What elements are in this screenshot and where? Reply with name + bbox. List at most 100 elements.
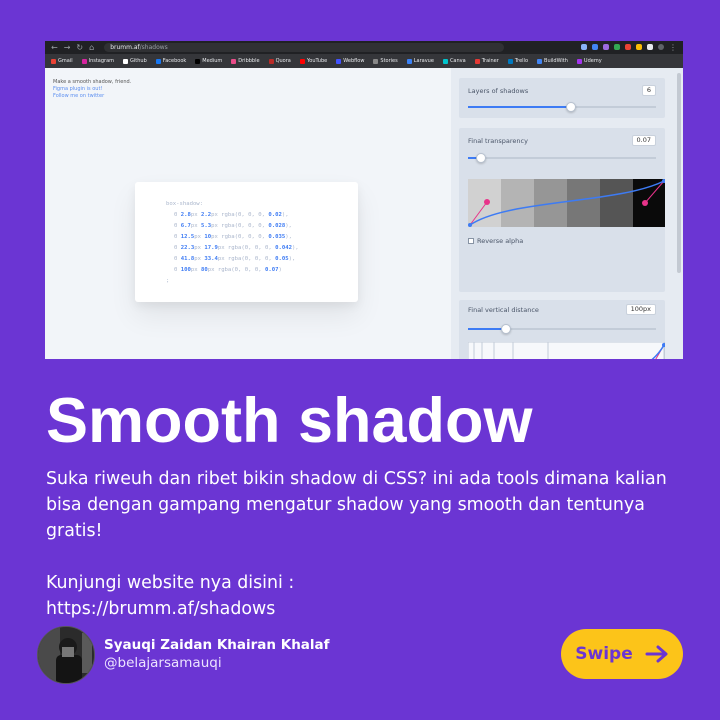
bookmark-item[interactable]: Trainer (474, 58, 499, 64)
code-blur-value: 33.4 (204, 256, 218, 262)
code-line: 0 6.7px 5.3px rgba(0, 0, 0, 0.028), (174, 223, 292, 229)
arrow-right-icon (645, 645, 668, 663)
bookmark-label: Dribbble (238, 58, 260, 64)
bookmarks-bar: Gmail Instagram Github Facebook Medium Dribbb… (45, 54, 683, 68)
bookmark-item[interactable]: Udemy (576, 58, 602, 64)
bookmark-icon (507, 58, 513, 64)
extension-icon[interactable] (614, 43, 620, 50)
layers-slider-fill (468, 106, 572, 108)
visit-url[interactable]: https://brumm.af/shadows (46, 596, 294, 622)
swipe-button[interactable]: Swipe (561, 629, 683, 679)
bookmark-label: Instagram (88, 58, 115, 64)
puzzle-icon[interactable] (647, 43, 653, 50)
distance-value[interactable]: 100px (625, 304, 656, 315)
settings-panel: Layers of shadows 6 Final transparency 0… (451, 68, 683, 359)
code-offset-value: 41.8 (180, 256, 195, 262)
bookmark-icon (442, 58, 448, 64)
layers-label: Layers of shadows (468, 87, 529, 95)
bookmark-item[interactable]: Dribbble (231, 58, 260, 64)
code-card: box-shadow: 0 2.8px 2.2px rgba(0, 0, 0, … (135, 182, 358, 302)
code-line: 0 2.8px 2.2px rgba(0, 0, 0, 0.02), (174, 212, 289, 218)
bookmark-label: Medium (202, 58, 223, 64)
reverse-alpha-row[interactable]: Reverse alpha (468, 237, 523, 245)
code-offset-value: 12.5 (180, 234, 195, 240)
transparency-value[interactable]: 0.07 (631, 135, 656, 146)
extension-icon[interactable] (592, 43, 598, 50)
menu-icon[interactable]: ⋮ (669, 43, 677, 52)
extension-icon[interactable] (636, 43, 642, 50)
bookmark-item[interactable]: Quora (268, 58, 291, 64)
twitter-link[interactable]: Follow me on twitter (53, 93, 131, 100)
bookmark-item[interactable]: Instagram (81, 58, 115, 64)
bookmark-label: Webflow (343, 58, 365, 64)
bookmark-icon (406, 58, 412, 64)
swipe-label: Swipe (575, 644, 633, 664)
bookmark-item[interactable]: Canva (442, 58, 466, 64)
code-line: 0 22.3px 17.9px rgba(0, 0, 0, 0.042), (174, 245, 299, 251)
reload-icon[interactable]: ↻ (76, 43, 83, 52)
code-blur-value: 5.3 (200, 223, 212, 229)
alpha-curve-editor[interactable] (468, 179, 665, 227)
bookmark-item[interactable]: Stories (373, 58, 398, 64)
distance-slider-handle[interactable] (500, 324, 511, 334)
extension-icon[interactable] (603, 43, 609, 50)
layers-value[interactable]: 6 (641, 85, 656, 96)
extensions-area: ⋮ (581, 43, 677, 52)
transparency-label: Final transparency (468, 137, 528, 145)
code-alpha-value: 0.07 (264, 267, 279, 273)
code-line: 0 12.5px 10px rgba(0, 0, 0, 0.035), (174, 234, 292, 240)
reverse-alpha-checkbox[interactable] (468, 238, 474, 244)
reverse-alpha-label: Reverse alpha (477, 237, 524, 245)
layers-slider-handle[interactable] (566, 102, 577, 112)
distance-curve-editor[interactable] (468, 342, 665, 359)
browser-screenshot: ← → ↻ ⌂ brumm.af/shadows ⋮ Gmail Instagra… (45, 41, 683, 359)
home-icon[interactable]: ⌂ (89, 43, 94, 52)
bookmark-label: Canva (449, 58, 466, 64)
bookmark-item[interactable]: Trello (507, 58, 528, 64)
transparency-slider-handle[interactable] (476, 153, 487, 163)
bookmark-icon (373, 58, 379, 64)
bookmark-item[interactable]: Laravue (406, 58, 434, 64)
curve-handle[interactable] (642, 200, 648, 206)
curve-handle[interactable] (484, 199, 490, 205)
bookmark-item[interactable]: YouTube (299, 58, 327, 64)
bookmark-icon (51, 58, 56, 64)
bookmark-icon (576, 58, 582, 64)
bookmark-label: BuildWith (544, 58, 568, 64)
visit-line-1: Kunjungi website nya disini : (46, 573, 295, 593)
bookmark-item[interactable]: Medium (195, 58, 222, 64)
back-icon[interactable]: ← (51, 43, 58, 52)
layers-slider[interactable] (468, 102, 656, 112)
bookmark-item[interactable]: Webflow (336, 58, 364, 64)
code-alpha-value: 0.035 (268, 234, 286, 240)
url-host: brumm.af (110, 44, 140, 51)
distance-card: Final vertical distance 100px (459, 300, 665, 359)
code-alpha-value: 0.05 (275, 256, 289, 262)
bookmark-label: Quora (275, 58, 291, 64)
bookmark-item[interactable]: Gmail (51, 58, 73, 64)
bookmark-icon (155, 58, 161, 64)
bookmark-item[interactable]: Github (123, 58, 147, 64)
code-lines: 0 2.8px 2.2px rgba(0, 0, 0, 0.02), 0 6.7p… (166, 210, 358, 276)
distance-label: Final vertical distance (468, 306, 539, 314)
bookmark-item[interactable]: BuildWith (537, 58, 568, 64)
bookmark-icon (336, 58, 342, 64)
bookmark-item[interactable]: Facebook (155, 58, 186, 64)
extension-icon[interactable] (625, 43, 631, 50)
transparency-slider[interactable] (468, 153, 656, 163)
profile-icon[interactable] (658, 43, 664, 50)
bookmark-icon (123, 58, 129, 64)
distance-slider[interactable] (468, 324, 656, 334)
star-icon[interactable] (581, 43, 587, 50)
code-close: ; (166, 278, 170, 284)
figma-link[interactable]: Figma plugin is out! (53, 86, 131, 93)
layers-card: Layers of shadows 6 (459, 78, 665, 118)
scrollbar[interactable] (677, 73, 681, 273)
forward-icon[interactable]: → (64, 43, 71, 52)
description: Suka riweuh dan ribet bikin shadow di CS… (46, 469, 667, 541)
url-path: /shadows (139, 44, 168, 51)
code-offset-value: 2.8 (180, 212, 191, 218)
browser-toolbar: ← → ↻ ⌂ brumm.af/shadows ⋮ (45, 41, 683, 54)
address-bar[interactable]: brumm.af/shadows (104, 43, 505, 52)
bookmark-label: Laravue (413, 58, 434, 64)
